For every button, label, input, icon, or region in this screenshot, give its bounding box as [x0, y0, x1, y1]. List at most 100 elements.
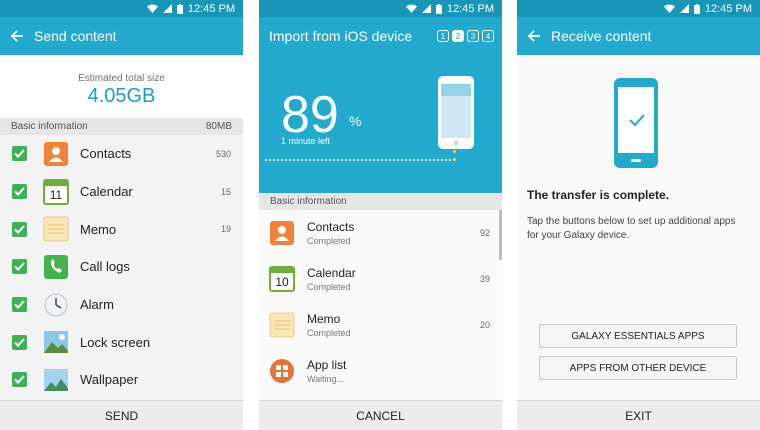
item-count: 530: [215, 148, 231, 159]
galaxy-essentials-apps-button[interactable]: GALAXY ESSENTIALS APPS: [539, 324, 737, 348]
step-3: 3: [467, 30, 479, 42]
checkbox[interactable]: [12, 184, 27, 200]
item-label: Lock screen: [80, 334, 151, 350]
section-size: 80MB: [205, 121, 232, 132]
checkbox[interactable]: [12, 297, 27, 313]
estimated-size-panel: Estimated total size 4.05GB: [0, 55, 243, 118]
calendar-icon: 10: [269, 266, 295, 292]
status-time: 12:45 PM: [704, 2, 752, 15]
list-item-calendar[interactable]: 11 Calendar 15: [0, 173, 243, 211]
apps-from-other-device-button[interactable]: APPS FROM OTHER DEVICE: [539, 356, 737, 380]
list-item-alarm[interactable]: Alarm: [0, 286, 243, 324]
item-status: Completed: [307, 282, 351, 292]
step-indicator: 1 2 3 4: [437, 30, 494, 42]
list-item-calendar[interactable]: 10 Calendar Completed 39: [259, 256, 502, 302]
target-phone-icon: [438, 76, 474, 149]
section-header: Basic information: [259, 193, 502, 210]
progress-track: [265, 159, 455, 161]
list-item-memo[interactable]: Memo Completed 20: [259, 302, 502, 348]
progress-dot: [453, 150, 456, 153]
list-item-app-list[interactable]: App list Waiting...: [259, 348, 502, 394]
item-label: Calendar: [307, 266, 356, 280]
wifi-icon: [405, 4, 417, 13]
signal-icon: [162, 4, 172, 13]
scrollbar[interactable]: [499, 210, 502, 260]
page-title: Import from iOS device: [269, 28, 413, 44]
checkbox[interactable]: [12, 146, 27, 162]
app-bar: Send content: [0, 17, 243, 55]
item-status: Completed: [307, 236, 351, 246]
item-label: App list: [307, 358, 347, 372]
contacts-icon: [269, 220, 295, 246]
item-count: 19: [220, 224, 231, 235]
receive-content-body: The transfer is complete. Tap the button…: [517, 55, 760, 400]
item-count: 20: [479, 320, 490, 330]
list-item-lock-screen[interactable]: Lock screen: [0, 323, 243, 361]
call-logs-icon: [43, 254, 69, 280]
item-label: Memo: [80, 221, 117, 237]
cancel-button[interactable]: CANCEL: [259, 400, 502, 430]
back-arrow-icon[interactable]: [10, 29, 24, 43]
battery-icon: [176, 3, 183, 14]
item-label: Contacts: [80, 146, 132, 162]
status-time: 12:45 PM: [187, 2, 235, 15]
calendar-day: 11: [49, 187, 63, 202]
checkbox[interactable]: [12, 372, 27, 388]
progress-panel: 89 % 1 minute left: [259, 55, 502, 193]
calendar-day: 10: [275, 275, 289, 289]
exit-button[interactable]: EXIT: [517, 400, 760, 430]
status-bar: 12:45 PM: [517, 0, 760, 17]
item-count: 15: [220, 186, 231, 197]
signal-icon: [679, 4, 689, 13]
list-item-memo[interactable]: Memo 19: [0, 210, 243, 248]
lock-screen-icon: [43, 329, 69, 355]
estimated-size-value: 4.05GB: [87, 85, 156, 107]
item-label: Alarm: [80, 297, 114, 313]
checkbox[interactable]: [12, 221, 27, 237]
receive-content-screen: 12:45 PM Receive content The transfer is…: [517, 0, 760, 430]
send-content-screen: 12:45 PM Send content Estimated total si…: [0, 0, 243, 430]
item-label: Memo: [307, 312, 341, 326]
percent-sign: %: [349, 113, 362, 129]
wifi-icon: [146, 4, 158, 13]
section-label: Basic information: [11, 121, 88, 132]
send-button[interactable]: SEND: [0, 400, 243, 430]
item-count: 92: [479, 228, 490, 238]
page-title: Send content: [34, 28, 117, 44]
checkbox[interactable]: [12, 334, 27, 350]
list-item-wallpaper[interactable]: Wallpaper: [0, 361, 243, 399]
item-count: 39: [479, 274, 490, 284]
content-list: Contacts 530 11 Calendar 15 Memo 19 Call…: [0, 135, 243, 412]
list-item-contacts[interactable]: Contacts 530: [0, 135, 243, 173]
wifi-icon: [663, 4, 675, 13]
item-label: Contacts: [307, 220, 355, 234]
memo-icon: [43, 216, 69, 242]
phone-check-icon: [614, 78, 658, 168]
checkbox[interactable]: [12, 259, 27, 275]
signal-icon: [421, 4, 431, 13]
step-4: 4: [482, 30, 494, 42]
wallpaper-icon: [43, 367, 69, 393]
section-label: Basic information: [270, 196, 347, 207]
estimated-size-label: Estimated total size: [78, 73, 165, 84]
item-label: Wallpaper: [80, 372, 139, 388]
calendar-icon: 11: [43, 178, 69, 205]
item-label: Call logs: [80, 259, 130, 275]
progress-dot: [453, 158, 456, 161]
list-item-call-logs[interactable]: Call logs: [0, 248, 243, 286]
transfer-complete-text: The transfer is complete.: [527, 188, 670, 202]
time-left: 1 minute left: [281, 136, 331, 146]
battery-icon: [693, 3, 700, 14]
page-title: Receive content: [551, 28, 652, 44]
import-screen: 12:45 PM Import from iOS device 1 2 3 4 …: [259, 0, 502, 430]
battery-icon: [435, 3, 442, 14]
back-arrow-icon[interactable]: [527, 29, 541, 43]
item-status: Completed: [307, 328, 351, 338]
item-status: Waiting...: [307, 374, 345, 384]
section-header: Basic information 80MB: [0, 118, 243, 135]
list-item-contacts[interactable]: Contacts Completed 92: [259, 210, 502, 256]
item-label: Calendar: [80, 184, 133, 200]
status-time: 12:45 PM: [446, 2, 494, 15]
import-list: Contacts Completed 92 10 Calendar Comple…: [259, 210, 502, 405]
step-1: 1: [437, 30, 449, 42]
